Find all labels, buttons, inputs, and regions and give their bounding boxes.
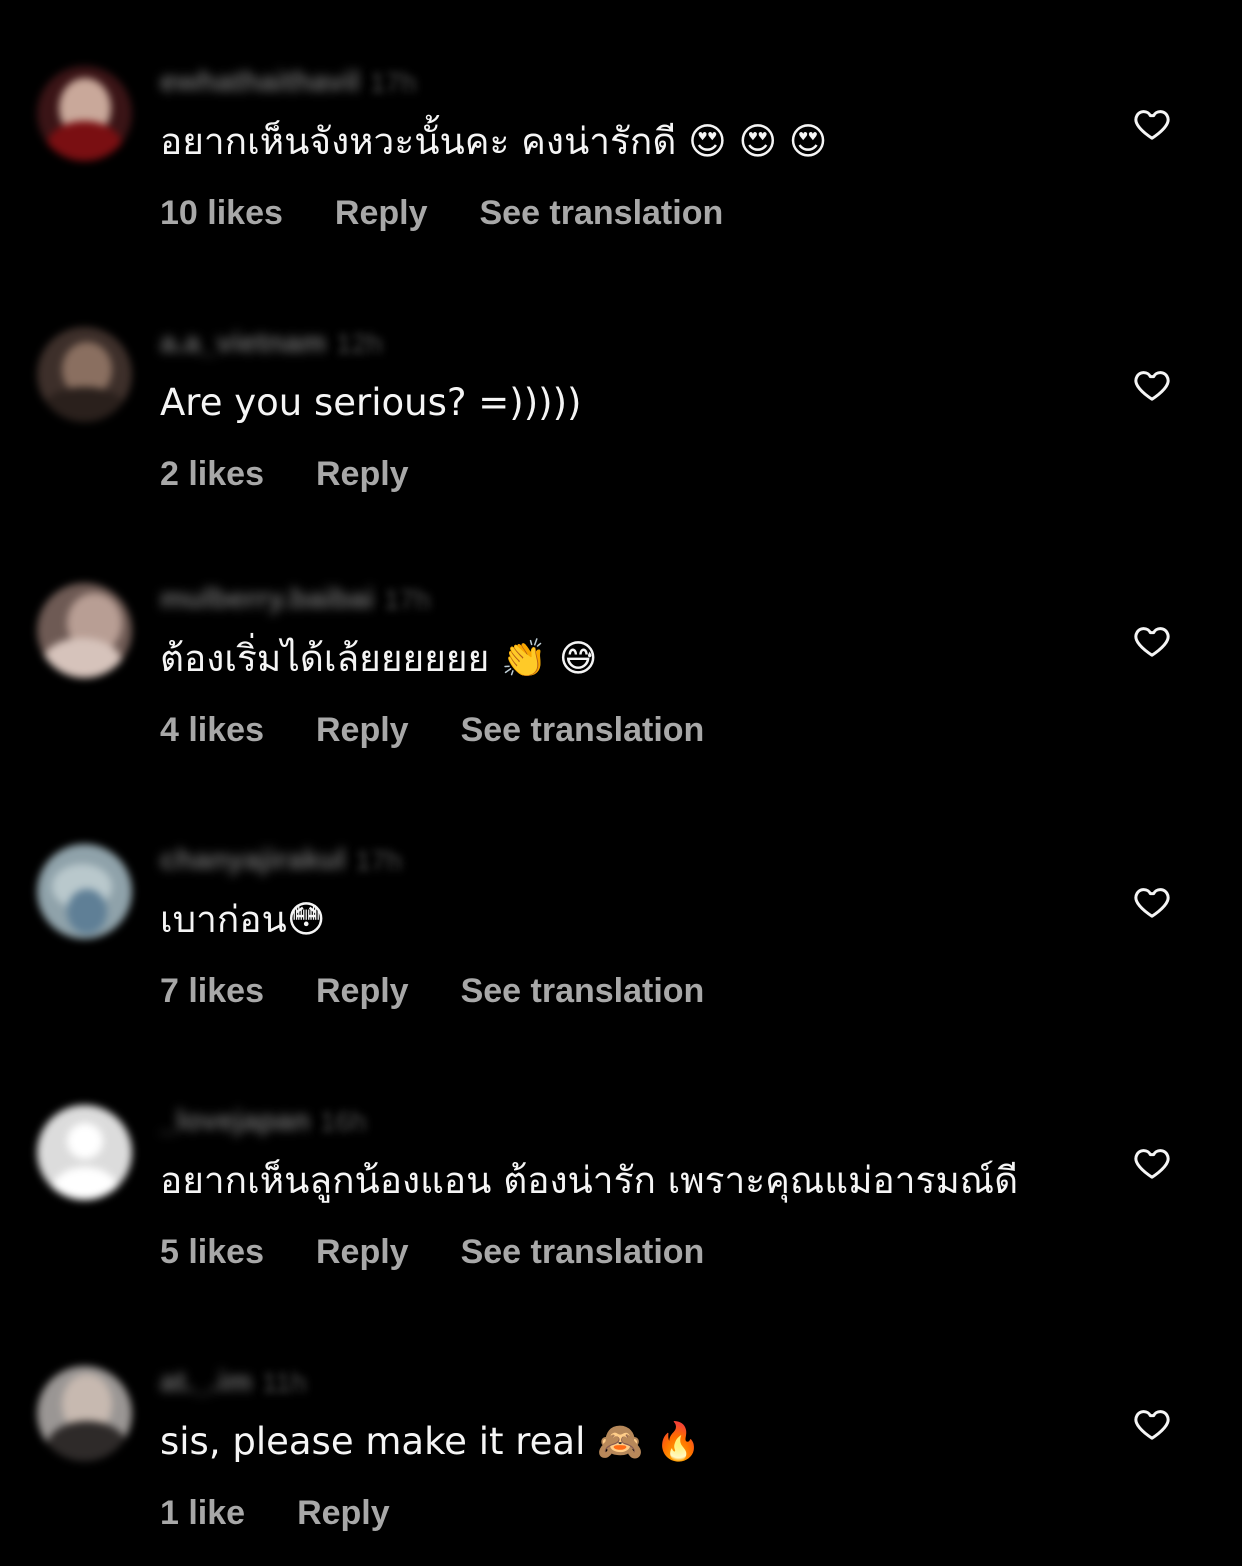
- comment-meta: a.a_vietnam 12h: [160, 327, 383, 367]
- comment-meta: ewhathaithavil 17h: [160, 66, 417, 106]
- see-translation-button[interactable]: See translation: [461, 972, 705, 1011]
- avatar[interactable]: [37, 327, 132, 422]
- username[interactable]: a.a_vietnam: [160, 327, 326, 360]
- comment-item: ewhathaithavil 17h อยากเห็นจังหวะนั้นคะ ค…: [0, 66, 1242, 266]
- comment-text: อยากเห็นลูกน้องแอน ต้องน่ารัก เพราะคุณแม…: [160, 1159, 1019, 1202]
- timestamp: 17h: [383, 583, 431, 615]
- comment-meta: at._.im 11h: [160, 1366, 307, 1406]
- comment-actions: 10 likes Reply See translation: [160, 194, 723, 233]
- reply-button[interactable]: Reply: [335, 194, 428, 233]
- see-translation-button[interactable]: See translation: [461, 1233, 705, 1272]
- comment-text: Are you serious? =))))): [160, 381, 582, 424]
- comment-meta: chanyajirakul 17h: [160, 844, 402, 884]
- comment-text: sis, please make it real 🙈 🔥: [160, 1420, 702, 1463]
- username[interactable]: at._.im: [160, 1366, 252, 1399]
- comment-actions: 2 likes Reply: [160, 455, 461, 494]
- likes-count[interactable]: 1 like: [160, 1494, 245, 1533]
- comment-item: mulberry.baibai 17h ต้องเริ่มได้เล้ยยยยยย…: [0, 583, 1242, 783]
- heart-outline-icon[interactable]: [1132, 104, 1172, 144]
- username[interactable]: chanyajirakul: [160, 844, 345, 877]
- reply-button[interactable]: Reply: [316, 1233, 409, 1272]
- likes-count[interactable]: 4 likes: [160, 711, 264, 750]
- heart-outline-icon[interactable]: [1132, 621, 1172, 661]
- heart-outline-icon[interactable]: [1132, 1404, 1172, 1444]
- comment-item: at._.im 11h sis, please make it real 🙈 🔥 …: [0, 1366, 1242, 1566]
- reply-button[interactable]: Reply: [297, 1494, 390, 1533]
- comment-actions: 5 likes Reply See translation: [160, 1233, 704, 1272]
- timestamp: 11h: [261, 1366, 307, 1398]
- timestamp: 17h: [355, 844, 403, 876]
- comment-actions: 1 like Reply: [160, 1494, 442, 1533]
- avatar[interactable]: [37, 1105, 132, 1200]
- comment-text: อยากเห็นจังหวะนั้นคะ คงน่ารักดี 😍 😍 😍: [160, 120, 828, 163]
- avatar[interactable]: [37, 66, 132, 161]
- reply-button[interactable]: Reply: [316, 711, 409, 750]
- username[interactable]: mulberry.baibai: [160, 583, 374, 616]
- see-translation-button[interactable]: See translation: [479, 194, 723, 233]
- comment-item: _lovejapan 16h อยากเห็นลูกน้องแอน ต้องน่า…: [0, 1105, 1242, 1305]
- comment-text: เบาก่อน😳: [160, 898, 326, 941]
- comment-meta: _lovejapan 16h: [160, 1105, 367, 1145]
- heart-outline-icon[interactable]: [1132, 1143, 1172, 1183]
- timestamp: 17h: [369, 66, 417, 98]
- comment-actions: 7 likes Reply See translation: [160, 972, 704, 1011]
- see-translation-button[interactable]: See translation: [461, 711, 705, 750]
- comment-meta: mulberry.baibai 17h: [160, 583, 431, 623]
- heart-outline-icon[interactable]: [1132, 882, 1172, 922]
- username[interactable]: _lovejapan: [160, 1105, 310, 1138]
- avatar[interactable]: [37, 583, 132, 678]
- likes-count[interactable]: 2 likes: [160, 455, 264, 494]
- avatar[interactable]: [37, 1366, 132, 1461]
- comment-actions: 4 likes Reply See translation: [160, 711, 704, 750]
- avatar[interactable]: [37, 844, 132, 939]
- likes-count[interactable]: 10 likes: [160, 194, 283, 233]
- timestamp: 12h: [336, 327, 383, 359]
- likes-count[interactable]: 5 likes: [160, 1233, 264, 1272]
- heart-outline-icon[interactable]: [1132, 365, 1172, 405]
- comment-item: chanyajirakul 17h เบาก่อน😳 7 likes Reply Se…: [0, 844, 1242, 1044]
- likes-count[interactable]: 7 likes: [160, 972, 264, 1011]
- timestamp: 16h: [319, 1105, 367, 1137]
- username[interactable]: ewhathaithavil: [160, 66, 360, 99]
- comment-item: a.a_vietnam 12h Are you serious? =))))) 2…: [0, 327, 1242, 527]
- reply-button[interactable]: Reply: [316, 972, 409, 1011]
- comment-text: ต้องเริ่มได้เล้ยยยยยย 👏 😅: [160, 637, 598, 680]
- reply-button[interactable]: Reply: [316, 455, 409, 494]
